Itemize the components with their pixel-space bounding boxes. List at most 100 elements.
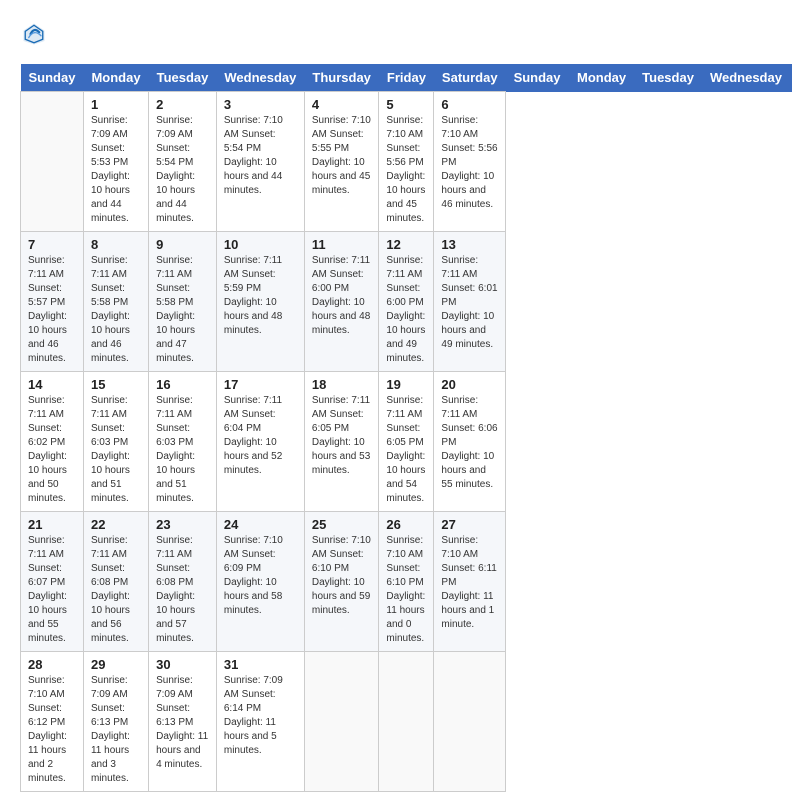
day-info: Sunrise: 7:11 AM Sunset: 6:04 PM Dayligh…	[224, 394, 297, 478]
day-info: Sunrise: 7:10 AM Sunset: 6:12 PM Dayligh…	[28, 674, 76, 786]
day-info: Sunrise: 7:11 AM Sunset: 6:08 PM Dayligh…	[156, 534, 209, 646]
day-number: 16	[156, 377, 209, 392]
day-info: Sunrise: 7:09 AM Sunset: 6:14 PM Dayligh…	[224, 674, 297, 758]
calendar-cell: 21Sunrise: 7:11 AM Sunset: 6:07 PM Dayli…	[21, 512, 84, 652]
calendar-cell: 6Sunrise: 7:10 AM Sunset: 5:56 PM Daylig…	[434, 92, 506, 232]
day-number: 1	[91, 97, 141, 112]
column-header-monday: Monday	[569, 64, 634, 92]
column-header-sunday: Sunday	[21, 64, 84, 92]
day-info: Sunrise: 7:10 AM Sunset: 5:55 PM Dayligh…	[312, 114, 372, 198]
calendar-cell: 7 Sunrise: 7:11 AM Sunset: 5:57 PM Daylig…	[21, 232, 84, 372]
calendar-cell: 29 Sunrise: 7:09 AM Sunset: 6:13 PM Dayli…	[83, 652, 148, 792]
day-info: Sunrise: 7:11 AM Sunset: 6:03 PM Dayligh…	[156, 394, 209, 506]
day-info: Sunrise: 7:11 AM Sunset: 5:57 PM Dayligh…	[28, 254, 76, 366]
calendar-cell: 15 Sunrise: 7:11 AM Sunset: 6:03 PM Dayli…	[83, 372, 148, 512]
day-info: Sunrise: 7:09 AM Sunset: 6:13 PM Dayligh…	[156, 674, 209, 772]
day-number: 7	[28, 237, 76, 252]
day-info: Sunrise: 7:09 AM Sunset: 6:13 PM Dayligh…	[91, 674, 141, 786]
day-number: 17	[224, 377, 297, 392]
day-number: 3	[224, 97, 297, 112]
day-info: Sunrise: 7:11 AM Sunset: 6:05 PM Dayligh…	[312, 394, 372, 478]
calendar-cell: 22 Sunrise: 7:11 AM Sunset: 6:08 PM Dayli…	[83, 512, 148, 652]
column-header-wednesday: Wednesday	[702, 64, 790, 92]
day-number: 19	[386, 377, 426, 392]
calendar-week-row: 1 Sunrise: 7:09 AM Sunset: 5:53 PM Daylig…	[21, 92, 792, 232]
day-info: Sunrise: 7:11 AM Sunset: 6:08 PM Dayligh…	[91, 534, 141, 646]
day-info: Sunrise: 7:10 AM Sunset: 6:10 PM Dayligh…	[312, 534, 372, 618]
day-number: 25	[312, 517, 372, 532]
calendar-cell: 31 Sunrise: 7:09 AM Sunset: 6:14 PM Dayli…	[216, 652, 304, 792]
calendar-cell: 24 Sunrise: 7:10 AM Sunset: 6:09 PM Dayli…	[216, 512, 304, 652]
calendar-cell: 3 Sunrise: 7:10 AM Sunset: 5:54 PM Daylig…	[216, 92, 304, 232]
day-info: Sunrise: 7:10 AM Sunset: 5:54 PM Dayligh…	[224, 114, 297, 198]
calendar-cell	[434, 652, 506, 792]
day-info: Sunrise: 7:11 AM Sunset: 6:07 PM Dayligh…	[28, 534, 76, 646]
day-number: 14	[28, 377, 76, 392]
column-header-wednesday: Wednesday	[216, 64, 304, 92]
day-info: Sunrise: 7:11 AM Sunset: 6:00 PM Dayligh…	[386, 254, 426, 366]
calendar-cell: 9Sunrise: 7:11 AM Sunset: 5:58 PM Daylig…	[149, 232, 217, 372]
calendar-cell: 30 Sunrise: 7:09 AM Sunset: 6:13 PM Dayli…	[149, 652, 217, 792]
calendar-cell: 13 Sunrise: 7:11 AM Sunset: 6:01 PM Dayli…	[434, 232, 506, 372]
calendar-week-row: 7 Sunrise: 7:11 AM Sunset: 5:57 PM Daylig…	[21, 232, 792, 372]
day-number: 20	[441, 377, 498, 392]
day-number: 30	[156, 657, 209, 672]
calendar-cell: 27Sunrise: 7:10 AM Sunset: 6:11 PM Dayli…	[434, 512, 506, 652]
day-number: 13	[441, 237, 498, 252]
logo	[20, 20, 52, 48]
calendar-cell: 5Sunrise: 7:10 AM Sunset: 5:56 PM Daylig…	[379, 92, 434, 232]
day-number: 18	[312, 377, 372, 392]
day-number: 31	[224, 657, 297, 672]
calendar-cell	[21, 92, 84, 232]
day-info: Sunrise: 7:11 AM Sunset: 6:05 PM Dayligh…	[386, 394, 426, 506]
day-info: Sunrise: 7:10 AM Sunset: 6:10 PM Dayligh…	[386, 534, 426, 646]
logo-icon	[20, 20, 48, 48]
day-number: 12	[386, 237, 426, 252]
day-number: 15	[91, 377, 141, 392]
calendar-cell: 1 Sunrise: 7:09 AM Sunset: 5:53 PM Daylig…	[83, 92, 148, 232]
day-number: 10	[224, 237, 297, 252]
calendar-table: SundayMondayTuesdayWednesdayThursdayFrid…	[20, 64, 792, 792]
day-info: Sunrise: 7:11 AM Sunset: 6:06 PM Dayligh…	[441, 394, 498, 492]
day-info: Sunrise: 7:09 AM Sunset: 5:53 PM Dayligh…	[91, 114, 141, 226]
day-info: Sunrise: 7:11 AM Sunset: 5:59 PM Dayligh…	[224, 254, 297, 338]
calendar-cell: 11 Sunrise: 7:11 AM Sunset: 6:00 PM Dayli…	[304, 232, 379, 372]
day-number: 26	[386, 517, 426, 532]
calendar-week-row: 14 Sunrise: 7:11 AM Sunset: 6:02 PM Dayli…	[21, 372, 792, 512]
day-number: 24	[224, 517, 297, 532]
column-header-tuesday: Tuesday	[149, 64, 217, 92]
calendar-cell: 25 Sunrise: 7:10 AM Sunset: 6:10 PM Dayli…	[304, 512, 379, 652]
day-number: 22	[91, 517, 141, 532]
calendar-header-row: SundayMondayTuesdayWednesdayThursdayFrid…	[21, 64, 792, 92]
page-header	[20, 20, 772, 48]
column-header-saturday: Saturday	[434, 64, 506, 92]
calendar-cell: 18 Sunrise: 7:11 AM Sunset: 6:05 PM Dayli…	[304, 372, 379, 512]
day-info: Sunrise: 7:11 AM Sunset: 6:01 PM Dayligh…	[441, 254, 498, 352]
calendar-cell: 12 Sunrise: 7:11 AM Sunset: 6:00 PM Dayli…	[379, 232, 434, 372]
calendar-cell: 4 Sunrise: 7:10 AM Sunset: 5:55 PM Daylig…	[304, 92, 379, 232]
day-number: 11	[312, 237, 372, 252]
day-number: 6	[441, 97, 498, 112]
calendar-cell: 19 Sunrise: 7:11 AM Sunset: 6:05 PM Dayli…	[379, 372, 434, 512]
calendar-cell	[379, 652, 434, 792]
day-info: Sunrise: 7:11 AM Sunset: 6:03 PM Dayligh…	[91, 394, 141, 506]
day-number: 5	[386, 97, 426, 112]
day-number: 2	[156, 97, 209, 112]
day-number: 8	[91, 237, 141, 252]
day-number: 9	[156, 237, 209, 252]
calendar-cell: 28Sunrise: 7:10 AM Sunset: 6:12 PM Dayli…	[21, 652, 84, 792]
calendar-cell: 2Sunrise: 7:09 AM Sunset: 5:54 PM Daylig…	[149, 92, 217, 232]
day-info: Sunrise: 7:11 AM Sunset: 5:58 PM Dayligh…	[91, 254, 141, 366]
day-info: Sunrise: 7:11 AM Sunset: 6:00 PM Dayligh…	[312, 254, 372, 338]
day-number: 23	[156, 517, 209, 532]
calendar-week-row: 21Sunrise: 7:11 AM Sunset: 6:07 PM Dayli…	[21, 512, 792, 652]
day-number: 29	[91, 657, 141, 672]
calendar-cell: 14 Sunrise: 7:11 AM Sunset: 6:02 PM Dayli…	[21, 372, 84, 512]
calendar-cell: 8 Sunrise: 7:11 AM Sunset: 5:58 PM Daylig…	[83, 232, 148, 372]
day-info: Sunrise: 7:11 AM Sunset: 6:02 PM Dayligh…	[28, 394, 76, 506]
calendar-cell: 17 Sunrise: 7:11 AM Sunset: 6:04 PM Dayli…	[216, 372, 304, 512]
calendar-cell: 16 Sunrise: 7:11 AM Sunset: 6:03 PM Dayli…	[149, 372, 217, 512]
day-info: Sunrise: 7:10 AM Sunset: 6:09 PM Dayligh…	[224, 534, 297, 618]
day-number: 4	[312, 97, 372, 112]
column-header-sunday: Sunday	[506, 64, 569, 92]
